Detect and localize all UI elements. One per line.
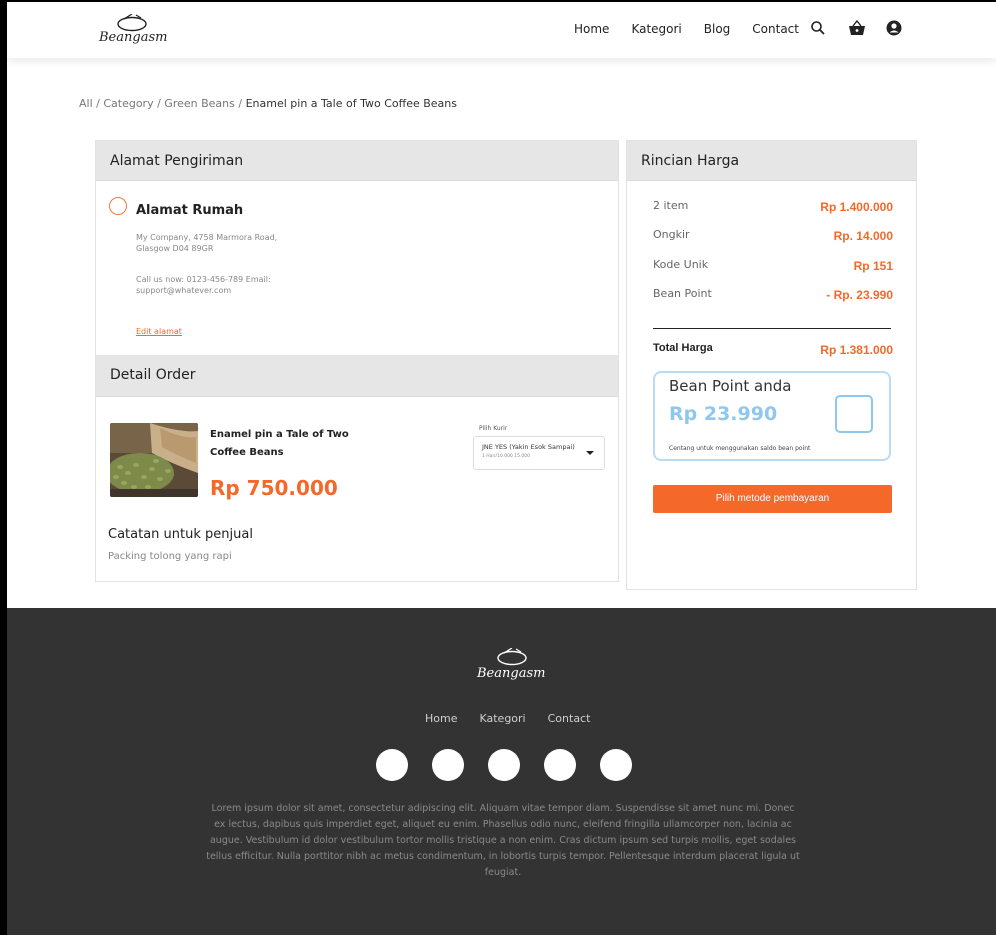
price-row-total: Total Harga Rp 1.381.000	[653, 342, 893, 358]
nav-link-kategori[interactable]: Kategori	[631, 22, 681, 36]
chevron-down-icon	[586, 451, 594, 455]
bean-point-note: Centang untuk menggunakan saldo bean poi…	[669, 445, 811, 452]
price-label: Kode Unik	[653, 258, 709, 271]
brand-name: Beangasm	[99, 30, 168, 45]
footer-brand-name: Beangasm	[477, 666, 546, 681]
bean-logo-icon	[497, 648, 527, 666]
footer-link-kategori[interactable]: Kategori	[479, 712, 525, 725]
breadcrumb-category[interactable]: Category	[103, 97, 153, 110]
nav-link-blog[interactable]: Blog	[704, 22, 731, 36]
address-line-1: My Company, 4758 Marmora Road,	[136, 233, 278, 242]
shipping-header: Alamat Pengiriman	[96, 141, 618, 181]
breadcrumb-separator: /	[238, 97, 246, 110]
nav-link-home[interactable]: Home	[574, 22, 609, 36]
social-icon[interactable]	[488, 749, 520, 781]
nav-link-contact[interactable]: Contact	[752, 22, 799, 36]
footer-link-home[interactable]: Home	[425, 712, 457, 725]
contact-line-2: support@whatever.com	[136, 286, 232, 295]
price-label: Ongkir	[653, 228, 690, 241]
product-image	[110, 423, 198, 497]
search-icon[interactable]	[810, 20, 826, 36]
breadcrumb-current: Enamel pin a Tale of Two Coffee Beans	[245, 97, 457, 110]
price-row-items: 2 item Rp 1.400.000	[653, 199, 893, 215]
total-label: Total Harga	[653, 342, 713, 354]
courier-detail: 1 Hari/10.000 15.000	[482, 454, 530, 459]
top-navbar: Beangasm Home Kategori Blog Contact	[7, 2, 996, 58]
footer-link-contact[interactable]: Contact	[548, 712, 591, 725]
main-nav: Home Kategori Blog Contact	[574, 22, 821, 36]
shipping-order-card: Alamat Pengiriman Alamat Rumah My Compan…	[95, 140, 619, 582]
price-label: 2 item	[653, 199, 689, 212]
brand-logo[interactable]: Beangasm	[97, 12, 177, 52]
summary-divider	[653, 328, 891, 329]
address-title: Alamat Rumah	[136, 203, 244, 218]
courier-select[interactable]: JNE YES (Yakin Esok Sampai) 1 Hari/10.00…	[473, 436, 605, 470]
bean-point-box: Bean Point anda Rp 23.990 Centang untuk …	[653, 371, 891, 461]
total-value: Rp 1.381.000	[820, 343, 893, 357]
footer-nav: Home Kategori Contact	[425, 712, 612, 725]
price-summary-card: Rincian Harga 2 item Rp 1.400.000 Ongkir…	[626, 140, 917, 590]
address-radio[interactable]	[109, 197, 127, 215]
seller-note-title: Catatan untuk penjual	[108, 527, 253, 542]
bean-point-title: Bean Point anda	[669, 377, 792, 395]
social-icon[interactable]	[432, 749, 464, 781]
order-header: Detail Order	[96, 355, 618, 397]
breadcrumb-green-beans[interactable]: Green Beans	[164, 97, 235, 110]
price-row-unique-code: Kode Unik Rp 151	[653, 258, 893, 274]
price-row-shipping: Ongkir Rp. 14.000	[653, 228, 893, 244]
breadcrumb: All / Category / Green Beans / Enamel pi…	[79, 97, 457, 110]
page-footer: Beangasm Home Kategori Contact Lorem ips…	[7, 608, 996, 935]
contact-line-1: Call us now: 0123-456-789 Email:	[136, 275, 271, 284]
product-price: Rp 750.000	[210, 476, 338, 500]
footer-description: Lorem ipsum dolor sit amet, consectetur …	[206, 803, 800, 878]
footer-logo[interactable]: Beangasm	[477, 648, 557, 688]
bean-point-value: Rp 23.990	[669, 403, 778, 425]
courier-selected: JNE YES (Yakin Esok Sampai)	[482, 443, 575, 451]
courier-label: Pilih Kurir	[479, 425, 508, 432]
nav-icon-group	[810, 19, 902, 36]
breadcrumb-all[interactable]: All	[79, 97, 93, 110]
address-line-2: Glasgow D04 89GR	[136, 244, 214, 253]
seller-note-text[interactable]: Packing tolong yang rapi	[108, 551, 232, 562]
product-name[interactable]: Enamel pin a Tale of Two Coffee Beans	[210, 426, 360, 462]
payment-method-button[interactable]: Pilih metode pembayaran	[653, 485, 892, 513]
price-value: Rp 151	[853, 259, 893, 273]
social-icon[interactable]	[376, 749, 408, 781]
bean-point-checkbox[interactable]	[835, 395, 873, 433]
price-value: - Rp. 23.990	[826, 288, 893, 302]
price-value: Rp. 14.000	[833, 229, 893, 243]
user-icon[interactable]	[886, 20, 902, 36]
price-row-bean-point: Bean Point - Rp. 23.990	[653, 287, 893, 303]
social-icon[interactable]	[600, 749, 632, 781]
summary-header: Rincian Harga	[627, 141, 916, 181]
social-icons	[376, 749, 632, 781]
price-value: Rp 1.400.000	[820, 200, 893, 214]
basket-icon[interactable]	[848, 19, 865, 36]
price-label: Bean Point	[653, 287, 712, 300]
social-icon[interactable]	[544, 749, 576, 781]
edit-address-link[interactable]: Edit alamat	[136, 327, 182, 336]
